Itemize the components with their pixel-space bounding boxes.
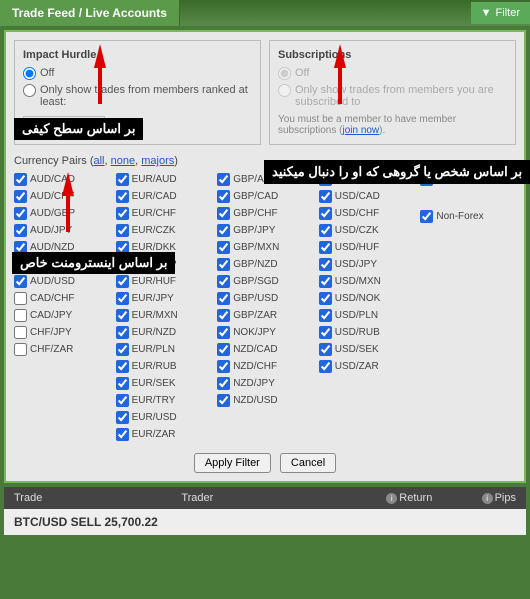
pairs-columns: AUD/CADAUD/CHFAUD/GBPAUD/JPYAUD/NZDAUD/S…: [14, 171, 516, 443]
pair-chf-zar[interactable]: CHF/ZAR: [14, 341, 110, 358]
pairs-all-link[interactable]: all: [93, 155, 104, 167]
pair-nok-jpy[interactable]: NOK/JPY: [217, 324, 313, 341]
pair-aud-cad[interactable]: AUD/CAD: [14, 171, 110, 188]
col-trader[interactable]: Trader: [181, 492, 348, 504]
pair-usd-huf[interactable]: USD/HUF: [319, 239, 415, 256]
impact-title: Impact Hurdle: [23, 49, 252, 61]
filter-button[interactable]: ▼ Filter: [471, 2, 530, 24]
non-forex-checkbox[interactable]: Non-Forex: [420, 208, 516, 225]
pair-usd-cad[interactable]: USD/CAD: [319, 188, 415, 205]
pairs-majors-link[interactable]: majors: [141, 155, 174, 167]
pair-usd-zar[interactable]: USD/ZAR: [319, 358, 415, 375]
pair-zar-jpy[interactable]: ZAR/JPY: [420, 171, 516, 188]
pair-aud-jpy[interactable]: AUD/JPY: [14, 222, 110, 239]
pair-usd-mxn[interactable]: USD/MXN: [319, 273, 415, 290]
pair-nzd-usd[interactable]: NZD/USD: [217, 392, 313, 409]
pair-usd-nok[interactable]: USD/NOK: [319, 290, 415, 307]
pair-eur-chf[interactable]: EUR/CHF: [116, 205, 212, 222]
funnel-icon: ▼: [481, 7, 492, 19]
impact-hurdle-box: Impact Hurdle Off Only show trades from …: [14, 40, 261, 145]
join-now-link[interactable]: join now: [342, 125, 379, 136]
pair-gbp-mxn[interactable]: GBP/MXN: [217, 239, 313, 256]
pair-aud-chf[interactable]: AUD/CHF: [14, 188, 110, 205]
pair-cad-chf[interactable]: CAD/CHF: [14, 290, 110, 307]
subs-title: Subscriptions: [278, 49, 507, 61]
pair-eur-pln[interactable]: EUR/PLN: [116, 341, 212, 358]
pair-chf-jpy[interactable]: CHF/JPY: [14, 324, 110, 341]
pair-eur-aud[interactable]: EUR/AUD: [116, 171, 212, 188]
pair-usd-pln[interactable]: USD/PLN: [319, 307, 415, 324]
pair-eur-cad[interactable]: EUR/CAD: [116, 188, 212, 205]
pair-aud-gbp[interactable]: AUD/GBP: [14, 205, 110, 222]
subscriptions-box: Subscriptions Off Only show trades from …: [269, 40, 516, 145]
pair-eur-usd[interactable]: EUR/USD: [116, 409, 212, 426]
pair-gbp-chf[interactable]: GBP/CHF: [217, 205, 313, 222]
pair-eur-gbp[interactable]: EUR/GBP: [116, 256, 212, 273]
impact-off-radio[interactable]: Off: [23, 67, 252, 80]
pairs-none-link[interactable]: none: [111, 155, 135, 167]
header-bar: Trade Feed / Live Accounts ▼ Filter: [0, 0, 530, 26]
pair-eur-nzd[interactable]: EUR/NZD: [116, 324, 212, 341]
col-pips[interactable]: iPips: [432, 492, 516, 504]
subs-note: You must be a member to have member subs…: [278, 114, 507, 136]
col-trade[interactable]: Trade: [14, 492, 181, 504]
col-return[interactable]: iReturn: [349, 492, 433, 504]
pair-cad-jpy[interactable]: CAD/JPY: [14, 307, 110, 324]
subs-only-radio: Only show trades from members you are su…: [278, 84, 507, 108]
cancel-button[interactable]: Cancel: [280, 453, 336, 473]
pair-eur-mxn[interactable]: EUR/MXN: [116, 307, 212, 324]
pair-eur-rub[interactable]: EUR/RUB: [116, 358, 212, 375]
pair-usd-czk[interactable]: USD/CZK: [319, 222, 415, 239]
pair-eur-dkk[interactable]: EUR/DKK: [116, 239, 212, 256]
pair-eur-jpy[interactable]: EUR/JPY: [116, 290, 212, 307]
impact-only-radio[interactable]: Only show trades from members ranked at …: [23, 84, 252, 108]
table-row[interactable]: BTC/USD SELL 25,700.22: [4, 509, 526, 535]
pair-usd-sek[interactable]: USD/SEK: [319, 341, 415, 358]
pair-gbp-jpy[interactable]: GBP/JPY: [217, 222, 313, 239]
pair-eur-sek[interactable]: EUR/SEK: [116, 375, 212, 392]
pair-nzd-cad[interactable]: NZD/CAD: [217, 341, 313, 358]
pair-eur-zar[interactable]: EUR/ZAR: [116, 426, 212, 443]
apply-filter-button[interactable]: Apply Filter: [194, 453, 271, 473]
pair-nzd-jpy[interactable]: NZD/JPY: [217, 375, 313, 392]
pair-aud-usd[interactable]: AUD/USD: [14, 273, 110, 290]
pair-gbp-cad[interactable]: GBP/CAD: [217, 188, 313, 205]
pair-gbp-usd[interactable]: GBP/USD: [217, 290, 313, 307]
pair-usd-jpy[interactable]: USD/JPY: [319, 256, 415, 273]
pair-gbp-zar[interactable]: GBP/ZAR: [217, 307, 313, 324]
pair-gbp-sgd[interactable]: GBP/SGD: [217, 273, 313, 290]
impact-level-select: Low Impact: [23, 116, 105, 135]
pair-sgd-jpy[interactable]: SGD/JPY: [319, 171, 415, 188]
pair-usd-rub[interactable]: USD/RUB: [319, 324, 415, 341]
pair-nzd-chf[interactable]: NZD/CHF: [217, 358, 313, 375]
subs-off-radio: Off: [278, 67, 507, 80]
pair-gbp-nzd[interactable]: GBP/NZD: [217, 256, 313, 273]
pair-eur-try[interactable]: EUR/TRY: [116, 392, 212, 409]
pair-gbp-aud[interactable]: GBP/AUD: [217, 171, 313, 188]
pair-aud-sgd[interactable]: AUD/SGD: [14, 256, 110, 273]
pairs-header: Currency Pairs (all, none, majors): [14, 155, 516, 167]
table-header: Trade Trader iReturn iPips: [4, 487, 526, 509]
pair-eur-huf[interactable]: EUR/HUF: [116, 273, 212, 290]
pair-usd-chf[interactable]: USD/CHF: [319, 205, 415, 222]
pair-aud-nzd[interactable]: AUD/NZD: [14, 239, 110, 256]
tab-trade-feed[interactable]: Trade Feed / Live Accounts: [0, 0, 180, 26]
filter-panel: Impact Hurdle Off Only show trades from …: [4, 30, 526, 483]
pair-eur-czk[interactable]: EUR/CZK: [116, 222, 212, 239]
